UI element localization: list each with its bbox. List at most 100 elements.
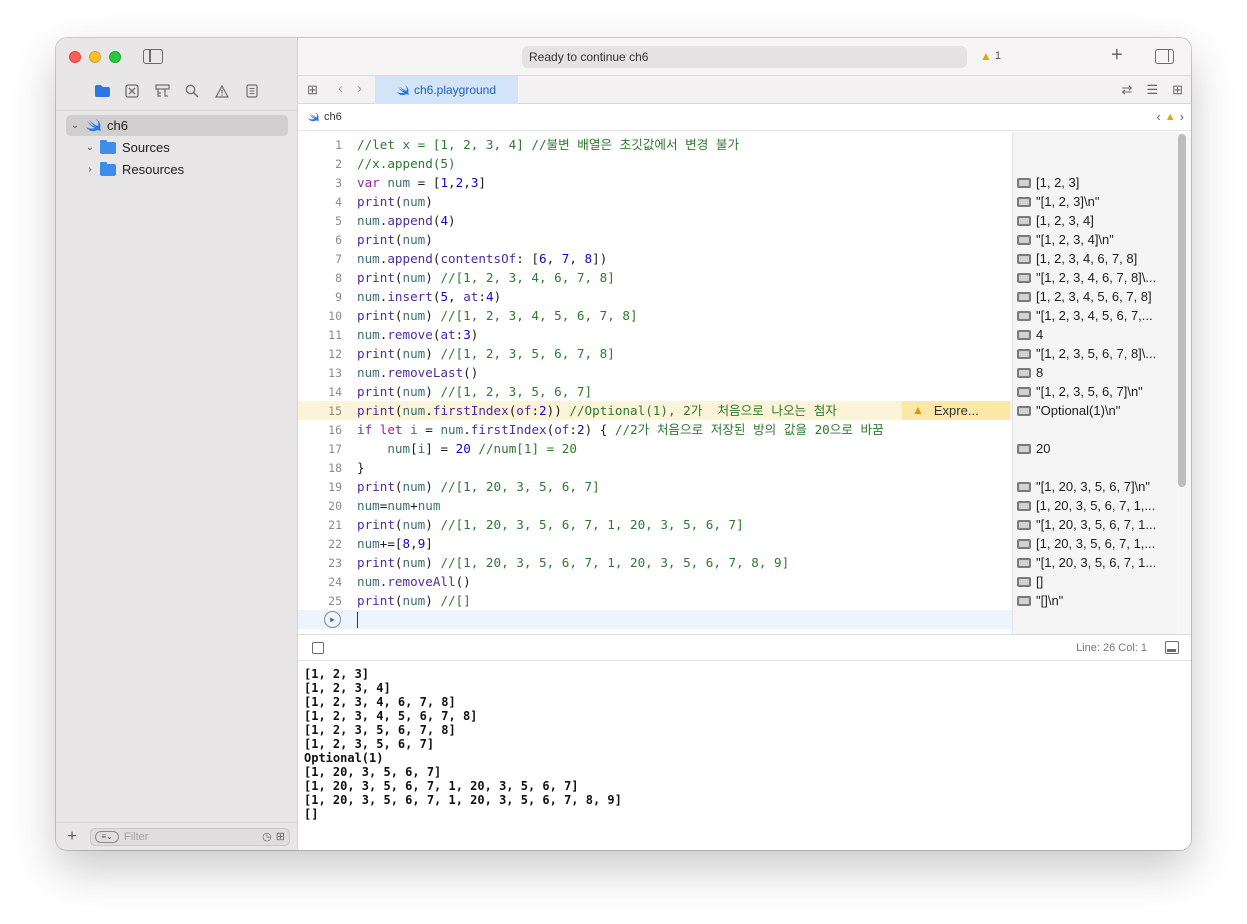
- quick-look-icon[interactable]: [1017, 519, 1031, 530]
- quick-look-icon[interactable]: [1017, 253, 1031, 264]
- list-icon[interactable]: [243, 82, 261, 100]
- code-line[interactable]: 9 num.insert(5, at:4): [298, 287, 1012, 306]
- tab-ch6-playground[interactable]: ch6.playground: [375, 76, 518, 104]
- filter-options-icon[interactable]: ≡⌄: [95, 830, 119, 843]
- quick-look-icon[interactable]: [1017, 443, 1031, 454]
- code-line[interactable]: 3 var num = [1,2,3]: [298, 173, 1012, 192]
- code-line[interactable]: 18}: [298, 458, 1012, 477]
- code-line[interactable]: 6 print(num): [298, 230, 1012, 249]
- sidebar-toggle-icon[interactable]: [143, 49, 163, 64]
- code-line[interactable]: 11 num.remove(at:3): [298, 325, 1012, 344]
- code-line[interactable]: 25 print(num) //[]: [298, 591, 1012, 610]
- result-row[interactable]: "[1, 2, 3, 4]\n": [1017, 230, 1175, 249]
- result-row[interactable]: []: [1017, 572, 1175, 591]
- result-row[interactable]: 4: [1017, 325, 1175, 344]
- x-square-icon[interactable]: [123, 82, 141, 100]
- add-file-button[interactable]: +: [60, 828, 84, 846]
- result-row[interactable]: "[1, 2, 3, 4, 5, 6, 7,...: [1017, 306, 1175, 325]
- quick-look-icon[interactable]: [1017, 329, 1031, 340]
- code-line[interactable]: 14 print(num) //[1, 2, 3, 5, 6, 7]: [298, 382, 1012, 401]
- breadcrumb[interactable]: ch6: [308, 111, 342, 123]
- code-line[interactable]: 2 //x.append(5): [298, 154, 1012, 173]
- scm-filter-icon[interactable]: ⊞: [276, 830, 285, 843]
- quick-look-icon[interactable]: [1017, 500, 1031, 511]
- minimize-window-button[interactable]: [89, 51, 101, 63]
- code-line[interactable]: 21 print(num) //[1, 20, 3, 5, 6, 7, 1, 20…: [298, 515, 1012, 534]
- code-line[interactable]: 1 //let x = [1, 2, 3, 4] //불변 배열은 초깃값에서 변…: [298, 135, 1012, 154]
- console-output[interactable]: [1, 2, 3] [1, 2, 3, 4] [1, 2, 3, 4, 6, 7, …: [298, 662, 1191, 850]
- split-editor-icon[interactable]: ⊞: [1172, 82, 1183, 98]
- next-issue-icon[interactable]: ›: [1180, 109, 1184, 124]
- chevron-down-icon[interactable]: ⌄: [69, 120, 81, 131]
- filter-field[interactable]: ≡⌄ Filter ◷ ⊞: [90, 827, 290, 846]
- forward-chevron-icon[interactable]: ›: [357, 80, 362, 97]
- code-area[interactable]: 1 //let x = [1, 2, 3, 4] //불변 배열은 초깃값에서 변…: [298, 132, 1012, 634]
- result-row[interactable]: [1, 20, 3, 5, 6, 7, 1,...: [1017, 534, 1175, 553]
- code-line[interactable]: 5 num.append(4): [298, 211, 1012, 230]
- clock-icon[interactable]: ◷: [262, 830, 272, 843]
- result-row[interactable]: "[1, 20, 3, 5, 6, 7, 1...: [1017, 553, 1175, 572]
- tree-item-sources[interactable]: ⌄ Sources: [84, 137, 170, 158]
- editor-scrollbar[interactable]: [1178, 134, 1186, 487]
- result-row[interactable]: "[1, 2, 3, 5, 6, 7, 8]\...: [1017, 344, 1175, 363]
- console-toggle-icon[interactable]: [312, 642, 324, 654]
- quick-look-icon[interactable]: [1017, 310, 1031, 321]
- chevron-down-icon[interactable]: ⌄: [84, 142, 96, 153]
- quick-look-icon[interactable]: [1017, 177, 1031, 188]
- zoom-window-button[interactable]: [109, 51, 121, 63]
- result-row[interactable]: [1, 20, 3, 5, 6, 7, 1,...: [1017, 496, 1175, 515]
- warning-icon[interactable]: [213, 82, 231, 100]
- result-row[interactable]: [1, 2, 3, 4, 6, 7, 8]: [1017, 249, 1175, 268]
- run-play-icon[interactable]: ▶: [324, 611, 341, 628]
- code-line[interactable]: 22 num+=[8,9]: [298, 534, 1012, 553]
- code-line[interactable]: 8 print(num) //[1, 2, 3, 4, 6, 7, 8]: [298, 268, 1012, 287]
- quick-look-icon[interactable]: [1017, 348, 1031, 359]
- quick-look-icon[interactable]: [1017, 367, 1031, 378]
- quick-look-icon[interactable]: [1017, 196, 1031, 207]
- tree-item-resources[interactable]: › Resources: [84, 159, 184, 180]
- quick-look-icon[interactable]: [1017, 234, 1031, 245]
- add-library-icon[interactable]: +: [1111, 44, 1123, 67]
- chevron-right-icon[interactable]: ›: [84, 164, 96, 175]
- result-row[interactable]: "[]\n": [1017, 591, 1175, 610]
- result-row[interactable]: [1, 2, 3, 4]: [1017, 211, 1175, 230]
- quick-look-icon[interactable]: [1017, 272, 1031, 283]
- code-line[interactable]: 19 print(num) //[1, 20, 3, 5, 6, 7]: [298, 477, 1012, 496]
- code-line[interactable]: 20 num=num+num: [298, 496, 1012, 515]
- current-line[interactable]: ▶: [298, 610, 1012, 629]
- code-line[interactable]: 4 print(num): [298, 192, 1012, 211]
- quick-look-icon[interactable]: [1017, 481, 1031, 492]
- code-line[interactable]: 15 print(num.firstIndex(of:2)) //Optional…: [298, 401, 1012, 420]
- folder-icon[interactable]: [93, 82, 111, 100]
- grid-icon[interactable]: ⊞: [307, 82, 318, 98]
- close-window-button[interactable]: [69, 51, 81, 63]
- swap-icon[interactable]: ⇄: [1122, 82, 1133, 98]
- code-line[interactable]: 10 print(num) //[1, 2, 3, 4, 5, 6, 7, 8]: [298, 306, 1012, 325]
- result-row[interactable]: [1, 2, 3, 4, 5, 6, 7, 8]: [1017, 287, 1175, 306]
- result-row[interactable]: "[1, 2, 3]\n": [1017, 192, 1175, 211]
- back-chevron-icon[interactable]: ‹: [338, 80, 343, 97]
- warning-icon[interactable]: ▲: [1165, 111, 1176, 123]
- code-line[interactable]: 12 print(num) //[1, 2, 3, 5, 6, 7, 8]: [298, 344, 1012, 363]
- warning-count-badge[interactable]: ▲ 1: [980, 49, 1001, 63]
- console-panel-icon[interactable]: [1165, 641, 1179, 654]
- result-row[interactable]: "Optional(1)\n": [1017, 401, 1175, 420]
- code-line[interactable]: 16 if let i = num.firstIndex(of:2) { //2가…: [298, 420, 1012, 439]
- editor-options-icon[interactable]: ☰: [1146, 82, 1158, 98]
- hierarchy-icon[interactable]: [153, 82, 171, 100]
- code-line[interactable]: 24 num.removeAll(): [298, 572, 1012, 591]
- quick-look-icon[interactable]: [1017, 405, 1031, 416]
- inline-warning[interactable]: ▲ Expre...: [902, 401, 1010, 420]
- quick-look-icon[interactable]: [1017, 386, 1031, 397]
- quick-look-icon[interactable]: [1017, 291, 1031, 302]
- result-row[interactable]: "[1, 2, 3, 4, 6, 7, 8]\...: [1017, 268, 1175, 287]
- quick-look-icon[interactable]: [1017, 557, 1031, 568]
- code-line[interactable]: 17 num[i] = 20 //num[1] = 20: [298, 439, 1012, 458]
- source-editor[interactable]: 1 //let x = [1, 2, 3, 4] //불변 배열은 초깃값에서 변…: [298, 132, 1191, 634]
- previous-issue-icon[interactable]: ‹: [1156, 109, 1160, 124]
- tree-item-ch6[interactable]: ⌄ ch6: [66, 115, 288, 136]
- result-row[interactable]: "[1, 20, 3, 5, 6, 7, 1...: [1017, 515, 1175, 534]
- inspector-toggle-icon[interactable]: [1155, 49, 1174, 64]
- result-row[interactable]: 20: [1017, 439, 1175, 458]
- quick-look-icon[interactable]: [1017, 215, 1031, 226]
